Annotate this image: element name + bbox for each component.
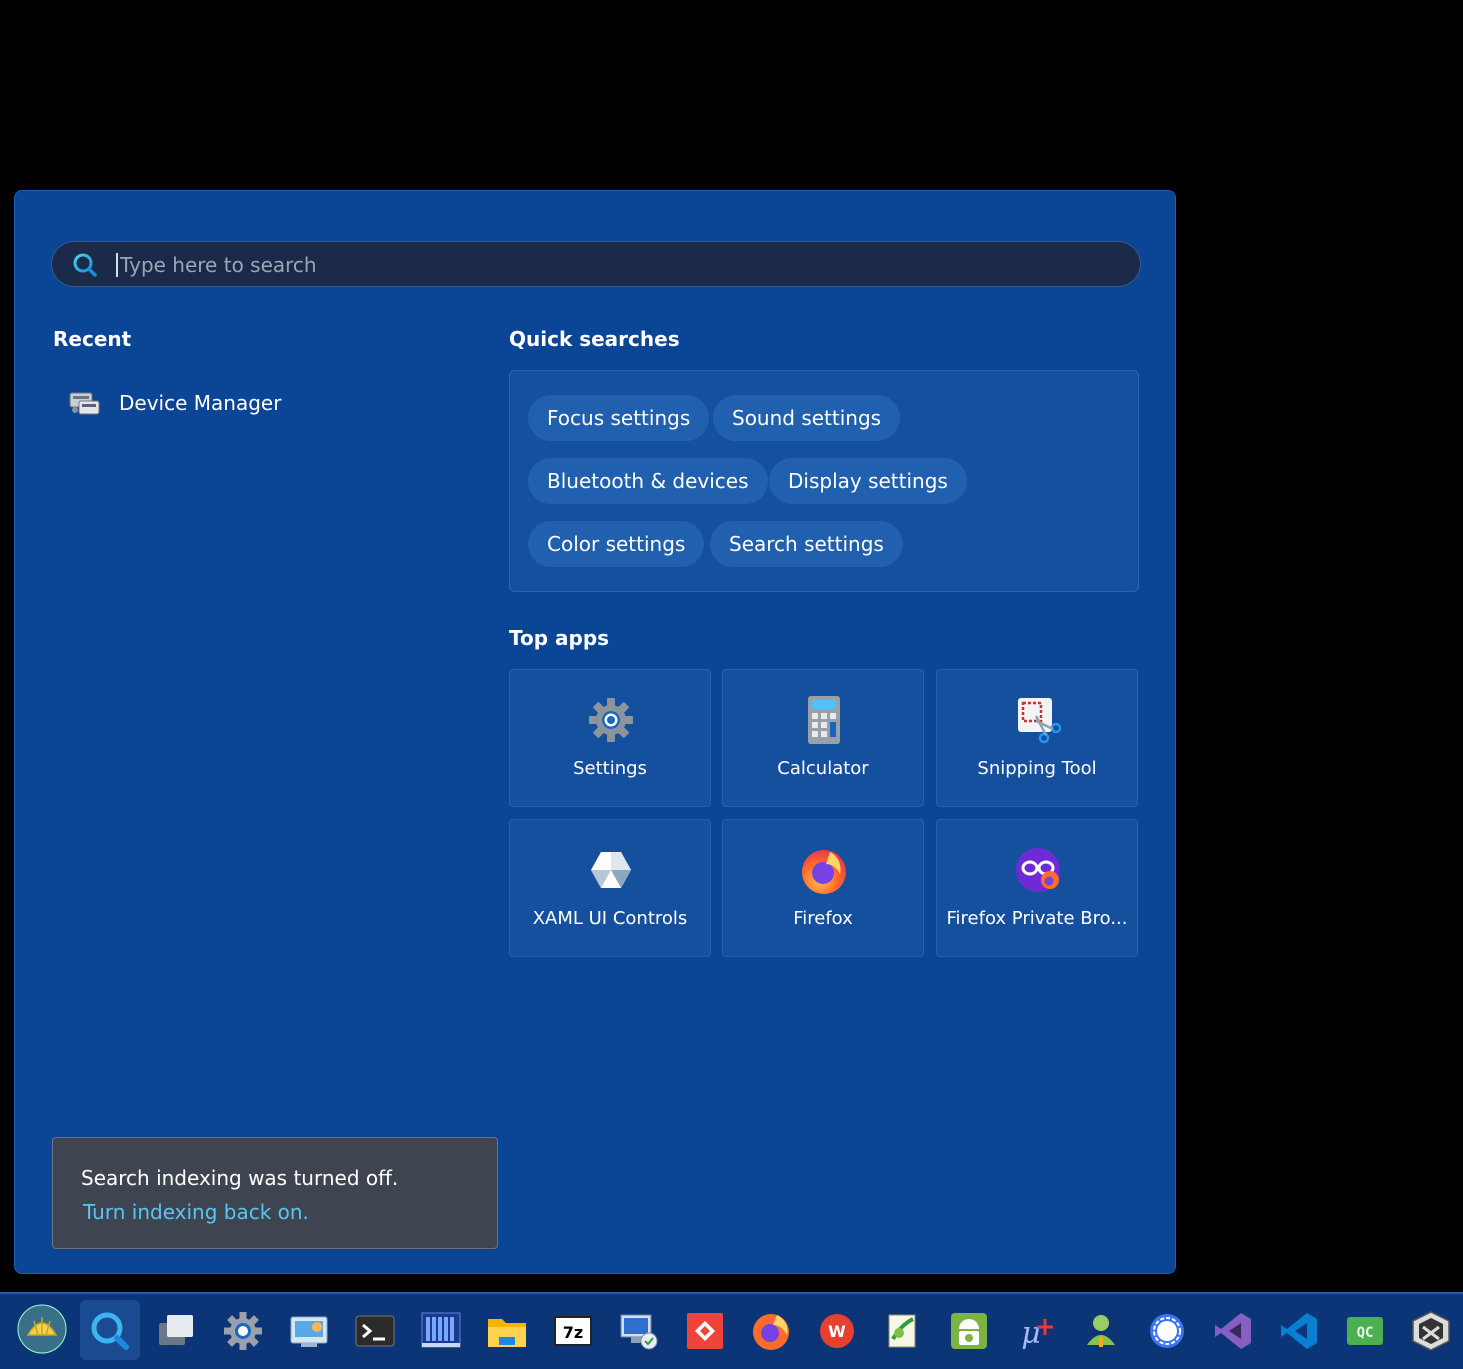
search-flyout-panel: Recent Device Manager Quick searches Foc…: [14, 190, 1176, 1274]
quick-searches-box: Focus settings Sound settings Bluetooth …: [509, 370, 1139, 592]
search-icon[interactable]: [88, 1309, 132, 1353]
remote-desktop-icon[interactable]: [617, 1309, 661, 1353]
recent-item-device-manager[interactable]: Device Manager: [67, 383, 367, 423]
control-panel-icon[interactable]: [287, 1309, 331, 1353]
mplab-x-ide-icon[interactable]: [1409, 1309, 1453, 1353]
app-tile-label: Settings: [573, 758, 647, 779]
turn-indexing-on-link[interactable]: Turn indexing back on.: [83, 1200, 309, 1224]
calculator-icon: [808, 696, 840, 744]
top-apps-title: Top apps: [509, 626, 610, 650]
taskbar: 7z W μ QC: [0, 1292, 1463, 1369]
task-view-icon[interactable]: [155, 1309, 199, 1353]
uvision-icon[interactable]: μ: [1013, 1309, 1057, 1353]
indexing-notice-message: Search indexing was turned off.: [81, 1166, 399, 1190]
search-icon: [73, 253, 97, 277]
xaml-controls-icon: [591, 852, 631, 888]
app-tile-label: Snipping Tool: [977, 758, 1097, 779]
quick-search-search-settings[interactable]: Search settings: [710, 521, 903, 567]
quick-search-focus-settings[interactable]: Focus settings: [528, 395, 710, 441]
firefox-private-icon: [1016, 848, 1060, 892]
quick-search-sound-settings[interactable]: Sound settings: [713, 395, 901, 441]
quick-searches-title: Quick searches: [509, 327, 680, 351]
vscode-icon[interactable]: [1277, 1309, 1321, 1353]
app-tile-label: Firefox Private Bro...: [946, 908, 1128, 929]
app-tile-snipping-tool[interactable]: Snipping Tool: [936, 669, 1138, 807]
app-tile-label: XAML UI Controls: [532, 908, 688, 929]
terminal-icon[interactable]: [353, 1309, 397, 1353]
signal-icon[interactable]: [1145, 1309, 1189, 1353]
search-box[interactable]: [51, 241, 1141, 287]
app-tile-calculator[interactable]: Calculator: [722, 669, 924, 807]
server-app-icon[interactable]: [419, 1309, 463, 1353]
app-tile-settings[interactable]: Settings: [509, 669, 711, 807]
svg-text:QC: QC: [1357, 1325, 1374, 1341]
file-explorer-icon[interactable]: [485, 1309, 529, 1353]
visual-studio-icon[interactable]: [1211, 1309, 1255, 1353]
device-manager-icon: [69, 392, 100, 415]
quick-search-display-settings[interactable]: Display settings: [769, 458, 967, 504]
app-tile-firefox[interactable]: Firefox: [722, 819, 924, 957]
settings-gear-icon: [589, 698, 633, 742]
settings-gear-icon[interactable]: [221, 1309, 265, 1353]
wps-office-icon[interactable]: W: [815, 1309, 859, 1353]
7zip-icon[interactable]: 7z: [551, 1309, 595, 1353]
android-icon[interactable]: [947, 1309, 991, 1353]
recent-item-label: Device Manager: [119, 391, 282, 415]
app-tile-label: Calculator: [777, 758, 869, 779]
indexing-notice: Search indexing was turned off. Turn ind…: [52, 1137, 498, 1249]
svg-text:μ: μ: [1021, 1316, 1041, 1351]
user-app-icon[interactable]: [1079, 1309, 1123, 1353]
svg-text:7z: 7z: [563, 1323, 583, 1342]
svg-text:W: W: [828, 1322, 846, 1341]
shell-logo-icon[interactable]: [16, 1303, 68, 1355]
quick-search-color-settings[interactable]: Color settings: [528, 521, 705, 567]
notepad-plus-icon[interactable]: [881, 1309, 925, 1353]
qc-app-icon[interactable]: QC: [1343, 1309, 1387, 1353]
search-input[interactable]: [118, 248, 1102, 282]
snipping-tool-icon: [1018, 698, 1062, 744]
app-tile-firefox-private[interactable]: Firefox Private Bro...: [936, 819, 1138, 957]
firefox-icon: [802, 850, 846, 894]
app-tile-xaml-ui-controls[interactable]: XAML UI Controls: [509, 819, 711, 957]
app-tile-label: Firefox: [793, 908, 853, 929]
firefox-icon[interactable]: [749, 1309, 793, 1353]
anydesk-icon[interactable]: [683, 1309, 727, 1353]
quick-search-bluetooth-devices[interactable]: Bluetooth & devices: [528, 458, 768, 504]
recent-title: Recent: [53, 327, 132, 351]
